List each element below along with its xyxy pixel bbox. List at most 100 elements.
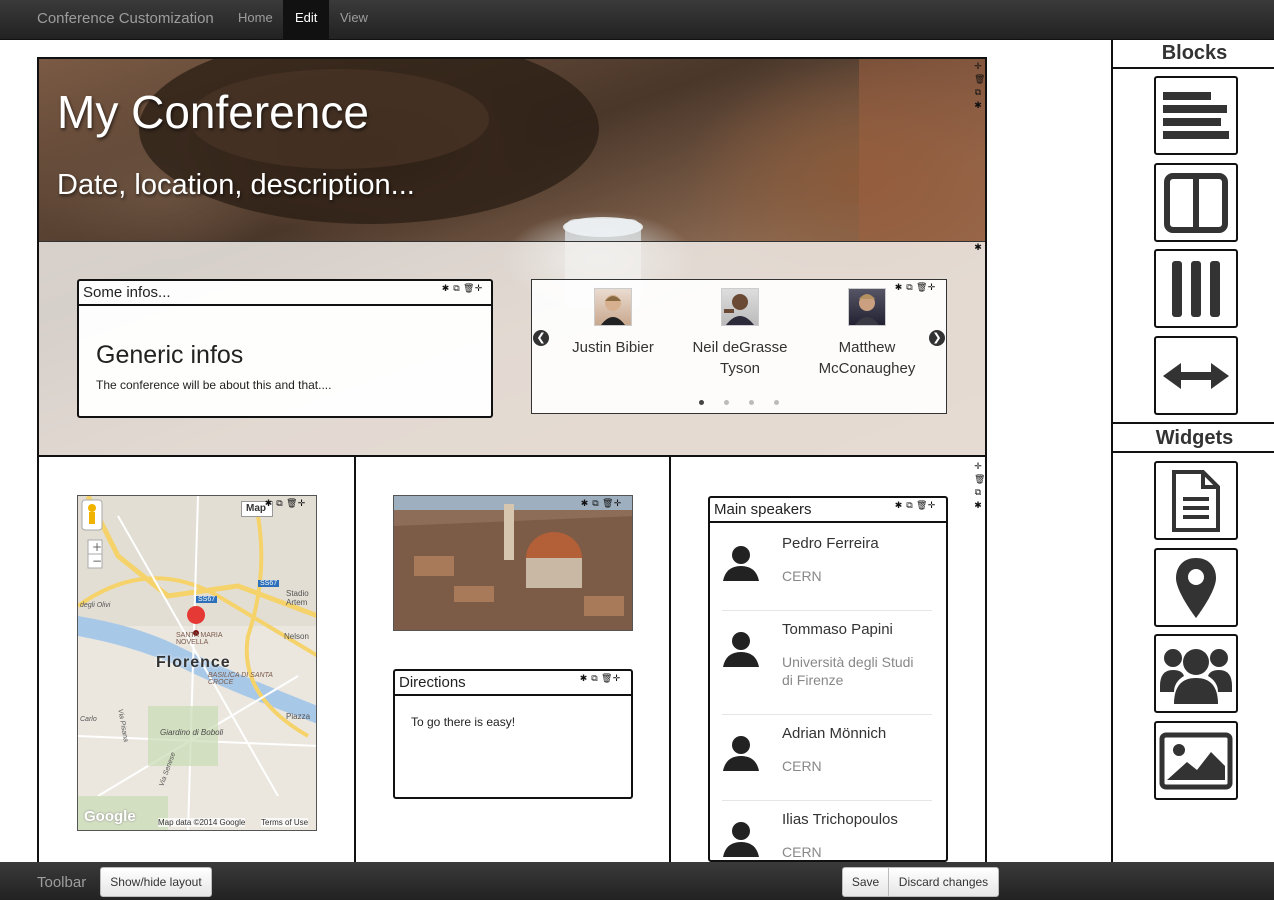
widget-header: Some infos...: [79, 281, 491, 306]
widget-tools: ✱ ⧉🗑✛: [579, 673, 623, 683]
widget-image[interactable]: [1154, 721, 1238, 800]
directions-widget[interactable]: Directions ✱ ⧉🗑✛ To go there is easy!: [393, 669, 633, 799]
hero-block-tools: ✛ 🗑 ⧉ ✱: [974, 61, 985, 113]
settings-icon[interactable]: ✱: [974, 500, 984, 513]
speaker-affiliation: Università degli Studi di Firenze: [782, 654, 914, 688]
copy-icon[interactable]: ⧉: [905, 500, 916, 510]
carousel-item[interactable]: Neil deGrasse Tyson: [675, 288, 805, 379]
speaker-row[interactable]: Ilias Trichopoulos CERN: [722, 801, 932, 863]
user-icon: [723, 632, 759, 667]
delete-icon[interactable]: 🗑: [463, 283, 474, 293]
image-widget[interactable]: ✱ ⧉🗑✛: [393, 495, 633, 631]
top-navbar: Conference Customization Home Edit View: [0, 0, 1274, 40]
move-icon[interactable]: ✛: [974, 461, 984, 474]
delete-icon[interactable]: 🗑: [974, 74, 985, 87]
settings-icon[interactable]: ✱: [264, 498, 275, 508]
nav-edit[interactable]: Edit: [283, 0, 330, 40]
move-icon[interactable]: ✛: [613, 498, 624, 508]
copy-icon[interactable]: ⧉: [275, 498, 286, 508]
settings-icon[interactable]: ✱: [579, 673, 590, 683]
toolbar-label: Toolbar: [37, 874, 87, 891]
three-column-row-tools: ✛ 🗑 ⧉ ✱: [974, 461, 985, 513]
directions-text: To go there is easy!: [411, 715, 516, 729]
nav-home[interactable]: Home: [226, 0, 285, 40]
infos-heading: Generic infos: [96, 341, 244, 369]
infos-widget[interactable]: Some infos... ✱ ⧉🗑✛ Generic infos The con…: [77, 279, 493, 418]
three-columns-icon: [1172, 260, 1220, 317]
map-terms-link[interactable]: Terms of Use: [261, 818, 309, 827]
carousel-prev-icon[interactable]: ❮: [533, 330, 549, 346]
speaker-name: Ilias Trichopoulos: [782, 811, 898, 828]
nav-view[interactable]: View: [328, 0, 380, 40]
copy-icon[interactable]: ⧉: [591, 498, 602, 508]
people-carousel[interactable]: ✱ ⧉🗑✛ ❮ ❯ Justin Bibier Neil deGrasse Tys…: [531, 279, 947, 414]
person-name: Matthew McConaughey: [818, 339, 916, 377]
delete-icon[interactable]: 🗑: [602, 498, 613, 508]
bottom-toolbar: Toolbar Show/hide layout Save Discard ch…: [0, 862, 1274, 900]
speaker-row[interactable]: Pedro Ferreira CERN: [722, 525, 932, 611]
map-label: Nelson: [284, 632, 309, 641]
copy-icon[interactable]: ⧉: [974, 87, 984, 100]
move-icon[interactable]: ✛: [297, 498, 308, 508]
row-tools: ✱: [974, 242, 984, 255]
carousel-dot[interactable]: [699, 400, 704, 405]
app-brand[interactable]: Conference Customization: [37, 10, 214, 27]
move-icon[interactable]: ✛: [474, 283, 485, 293]
hero-block[interactable]: My Conference Date, location, descriptio…: [39, 59, 985, 457]
delete-icon[interactable]: 🗑: [286, 498, 297, 508]
person-name: Neil deGrasse Tyson: [692, 339, 788, 377]
block-three-columns[interactable]: [1154, 249, 1238, 328]
widget-title: Main speakers: [714, 501, 812, 518]
delete-icon[interactable]: 🗑: [601, 673, 612, 683]
single-column-icon: [1163, 91, 1229, 139]
map-widget[interactable]: + − Map ✱ ⧉🗑✛ SANTA MARIA NOVELLA BASILIC…: [77, 495, 317, 831]
speaker-affiliation: CERN: [782, 844, 822, 860]
svg-text:−: −: [92, 554, 102, 568]
map-label: degli Olivi: [80, 602, 111, 609]
widget-people[interactable]: [1154, 634, 1238, 713]
carousel-item[interactable]: Matthew McConaughey: [802, 288, 932, 379]
move-icon[interactable]: ✛: [974, 61, 984, 74]
map-label: SANTA MARIA NOVELLA: [176, 632, 223, 646]
hero-title[interactable]: My Conference: [57, 85, 369, 139]
delete-icon[interactable]: 🗑: [974, 474, 985, 487]
settings-icon[interactable]: ✱: [974, 242, 984, 255]
block-two-columns[interactable]: [1154, 163, 1238, 242]
person-photo: [721, 288, 759, 326]
speaker-name: Adrian Mönnich: [782, 725, 887, 742]
widgets-title: Widgets: [1155, 427, 1234, 449]
block-full-width[interactable]: [1154, 336, 1238, 415]
settings-icon[interactable]: ✱: [441, 283, 452, 293]
widget-tools: ✱ ⧉🗑✛: [264, 498, 308, 508]
delete-icon[interactable]: 🗑: [916, 500, 927, 510]
move-icon[interactable]: ✛: [612, 673, 623, 683]
settings-icon[interactable]: ✱: [580, 498, 591, 508]
widget-map[interactable]: [1154, 548, 1238, 627]
blocks-title: Blocks: [1161, 42, 1228, 64]
block-single-column[interactable]: [1154, 76, 1238, 155]
infos-text: The conference will be about this and th…: [96, 378, 332, 392]
speaker-name: Tommaso Papini: [782, 621, 893, 638]
discard-changes-button[interactable]: Discard changes: [888, 867, 999, 897]
speaker-row[interactable]: Adrian Mönnich CERN: [722, 715, 932, 801]
widget-text[interactable]: [1154, 461, 1238, 540]
carousel-dot[interactable]: [749, 400, 754, 405]
speaker-row[interactable]: Tommaso Papini Università degli Studi di…: [722, 611, 932, 715]
carousel-dot[interactable]: [774, 400, 779, 405]
save-button[interactable]: Save: [842, 867, 889, 897]
widget-tools: ✱ ⧉🗑✛: [441, 283, 485, 293]
speaker-affiliation: CERN: [782, 758, 822, 774]
settings-icon[interactable]: ✱: [974, 100, 984, 113]
show-hide-layout-button[interactable]: Show/hide layout: [100, 867, 212, 897]
copy-icon[interactable]: ⧉: [590, 673, 601, 683]
google-logo: Google: [84, 808, 136, 825]
move-icon[interactable]: ✛: [927, 500, 938, 510]
copy-icon[interactable]: ⧉: [452, 283, 463, 293]
settings-icon[interactable]: ✱: [894, 500, 905, 510]
copy-icon[interactable]: ⧉: [974, 487, 984, 500]
carousel-dot[interactable]: [724, 400, 729, 405]
widget-tools: ✱ ⧉🗑✛: [580, 498, 624, 508]
hero-subtitle[interactable]: Date, location, description...: [57, 169, 415, 202]
carousel-item[interactable]: Justin Bibier: [548, 288, 678, 358]
speakers-widget[interactable]: Main speakers ✱ ⧉🗑✛ Pedro Ferreira CERN T…: [708, 496, 948, 862]
